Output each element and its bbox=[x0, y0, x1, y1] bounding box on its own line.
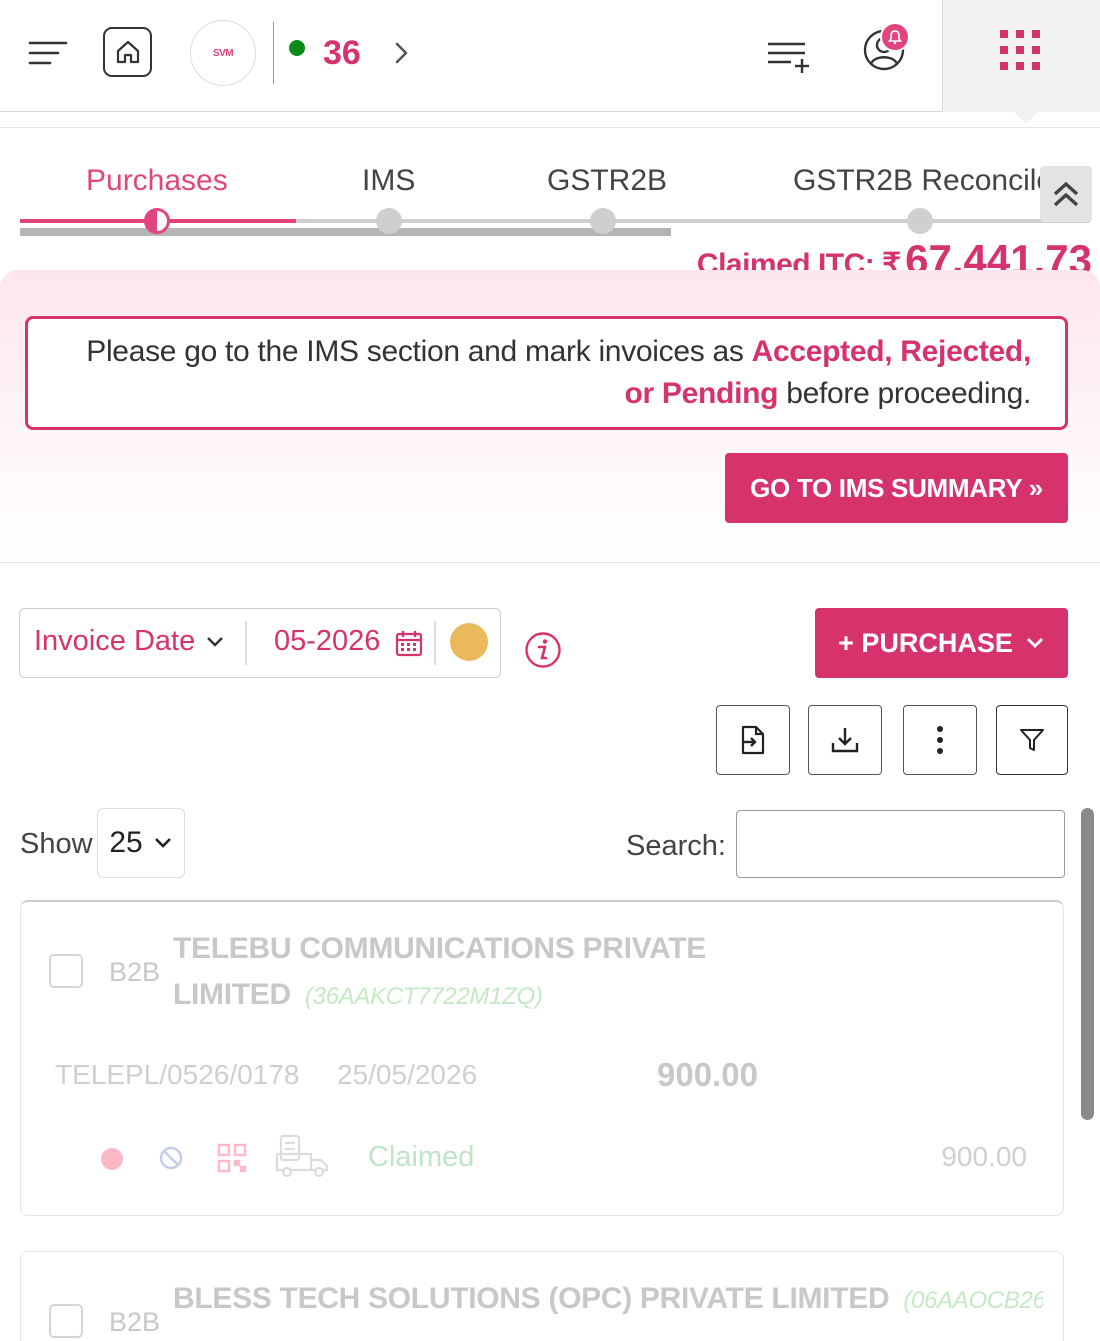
step-dot-gstr2b[interactable] bbox=[590, 208, 616, 234]
divider bbox=[434, 621, 436, 665]
eway-bill-truck-icon[interactable] bbox=[275, 1134, 331, 1180]
invoice-card[interactable]: B2B BLESS TECH SOLUTIONS (OPC) PRIVATE L… bbox=[20, 1251, 1064, 1341]
step-gstr2b[interactable]: GSTR2B bbox=[547, 162, 667, 200]
invoice-number[interactable]: TELEPL/0526/0178 bbox=[55, 1059, 299, 1091]
stepper-scroll-indicator bbox=[20, 228, 671, 236]
add-purchase-button[interactable]: + PURCHASE bbox=[815, 608, 1068, 678]
info-icon[interactable] bbox=[523, 630, 563, 670]
download-icon bbox=[831, 728, 859, 753]
add-list-icon[interactable] bbox=[765, 36, 811, 76]
company-logo[interactable]: SVM bbox=[190, 20, 256, 86]
download-button[interactable] bbox=[808, 705, 882, 775]
more-vertical-icon bbox=[937, 726, 943, 754]
divider bbox=[245, 621, 247, 665]
chevron-right-icon[interactable] bbox=[390, 38, 414, 68]
invoice-amount: 900.00 bbox=[657, 1056, 758, 1093]
filter-button[interactable] bbox=[996, 705, 1068, 775]
more-options-button[interactable] bbox=[903, 705, 977, 775]
filter-icon bbox=[1020, 729, 1044, 751]
date-type-label: Invoice Date bbox=[34, 625, 196, 657]
party-gstin: (06AAOCB269 bbox=[903, 1287, 1043, 1314]
invoice-date: 25/05/2026 bbox=[337, 1059, 478, 1090]
collapse-up-button[interactable] bbox=[1040, 166, 1092, 222]
menu-icon[interactable] bbox=[28, 38, 68, 68]
step-dot-gstr2b-reconcile[interactable] bbox=[907, 208, 933, 234]
step-dot-ims[interactable] bbox=[376, 208, 402, 234]
row-checkbox[interactable] bbox=[49, 954, 83, 988]
period-status-dot[interactable] bbox=[450, 623, 488, 661]
top-bar: SVM 36 bbox=[0, 0, 1100, 112]
invoice-card[interactable]: B2B TELEBU COMMUNICATIONS PRIVATE LIMITE… bbox=[20, 900, 1064, 1216]
bell-icon[interactable] bbox=[880, 22, 910, 52]
double-chevron-up-icon bbox=[1053, 181, 1079, 207]
date-filter: Invoice Date 05-2026 bbox=[19, 608, 501, 678]
search-input[interactable] bbox=[736, 810, 1065, 878]
row-checkbox[interactable] bbox=[49, 1304, 83, 1338]
chevron-down-icon bbox=[1026, 638, 1043, 648]
status-dot bbox=[101, 1148, 123, 1170]
page-size-value: 25 bbox=[109, 826, 143, 859]
divider bbox=[0, 127, 1100, 128]
month-picker[interactable]: 05-2026 bbox=[274, 625, 380, 658]
online-status-dot bbox=[289, 40, 305, 56]
apps-caret bbox=[1014, 112, 1038, 124]
step-purchases[interactable]: Purchases bbox=[86, 162, 228, 200]
scrollbar-thumb[interactable] bbox=[1081, 808, 1094, 1120]
date-type-dropdown[interactable]: Invoice Date bbox=[34, 625, 225, 658]
qr-code-icon[interactable] bbox=[217, 1142, 247, 1174]
logo-text: SVM bbox=[212, 47, 234, 59]
add-purchase-label: + PURCHASE bbox=[838, 627, 1013, 658]
chevron-down-icon bbox=[154, 838, 171, 848]
step-dot-purchases[interactable] bbox=[144, 208, 170, 234]
import-button[interactable] bbox=[716, 705, 790, 775]
block-icon[interactable] bbox=[157, 1144, 185, 1172]
go-to-ims-summary-button[interactable]: GO TO IMS SUMMARY » bbox=[725, 453, 1068, 523]
party-name[interactable]: TELEBU COMMUNICATIONS PRIVATE LIMITED (36… bbox=[173, 926, 1043, 1020]
invoice-total: 900.00 bbox=[941, 1141, 1027, 1172]
ims-notice: Please go to the IMS section and mark in… bbox=[25, 316, 1068, 430]
notice-text: Please go to the IMS section and mark in… bbox=[86, 335, 752, 368]
search-label: Search: bbox=[626, 830, 726, 862]
itc-status: Claimed bbox=[368, 1141, 475, 1173]
online-count[interactable]: 36 bbox=[323, 34, 361, 72]
notice-text-end: before proceeding. bbox=[778, 377, 1031, 410]
page-size-select[interactable]: 25 bbox=[97, 808, 185, 878]
step-ims[interactable]: IMS bbox=[362, 162, 415, 200]
party-name-text: BLESS TECH SOLUTIONS (OPC) PRIVATE LIMIT… bbox=[173, 1282, 890, 1315]
calendar-icon[interactable] bbox=[395, 629, 423, 657]
chevron-down-icon bbox=[207, 636, 224, 647]
invoice-type: B2B bbox=[109, 957, 161, 987]
home-icon[interactable] bbox=[103, 27, 152, 77]
divider bbox=[273, 22, 274, 84]
party-name[interactable]: BLESS TECH SOLUTIONS (OPC) PRIVATE LIMIT… bbox=[173, 1276, 1043, 1324]
step-gstr2b-reconcile[interactable]: GSTR2B Reconcile bbox=[793, 162, 1045, 200]
invoice-type: B2B bbox=[109, 1307, 161, 1337]
party-gstin: (36AAKCT7722M1ZQ) bbox=[304, 983, 543, 1010]
file-import-icon bbox=[741, 725, 765, 755]
divider bbox=[0, 562, 1100, 563]
show-label: Show bbox=[20, 828, 93, 860]
apps-grid-icon[interactable] bbox=[998, 28, 1042, 72]
